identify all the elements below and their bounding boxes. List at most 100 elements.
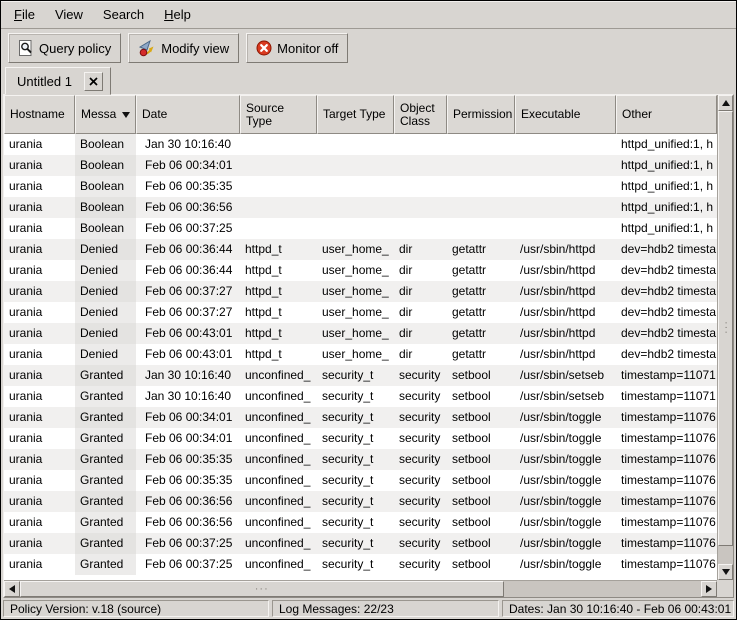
- column-header-permission[interactable]: Permission: [447, 95, 515, 134]
- table-cell: /usr/sbin/httpd: [515, 260, 616, 281]
- table-cell: security_t: [317, 512, 394, 533]
- table-cell: security: [394, 407, 447, 428]
- column-header-source-type[interactable]: Source Type: [240, 95, 317, 134]
- column-header-executable[interactable]: Executable: [515, 95, 616, 134]
- menu-help[interactable]: Help: [154, 2, 201, 27]
- query-policy-button[interactable]: Query policy: [8, 33, 121, 63]
- table-cell: httpd_unified:1, h: [616, 176, 717, 197]
- table-cell: Feb 06 00:37:25: [136, 533, 240, 554]
- vertical-scrollbar-thumb[interactable]: ···: [718, 111, 733, 546]
- table-cell: urania: [4, 218, 75, 239]
- menu-file[interactable]: File: [4, 2, 45, 27]
- table-row[interactable]: uraniaBooleanFeb 06 00:35:35httpd_unifie…: [4, 176, 717, 197]
- table-row[interactable]: uraniaGrantedFeb 06 00:36:56unconfined_s…: [4, 512, 717, 533]
- horizontal-scrollbar[interactable]: ···: [4, 580, 717, 597]
- vertical-scrollbar-trough[interactable]: ···: [718, 111, 733, 564]
- table-row[interactable]: uraniaBooleanFeb 06 00:36:56httpd_unifie…: [4, 197, 717, 218]
- menu-view[interactable]: View: [45, 2, 93, 27]
- monitor-off-icon: [256, 40, 272, 56]
- scroll-right-button[interactable]: [701, 581, 717, 597]
- column-header-other[interactable]: Other: [616, 95, 717, 134]
- table-cell: getattr: [447, 323, 515, 344]
- modify-view-button[interactable]: Modify view: [128, 33, 239, 63]
- table-row[interactable]: uraniaGrantedJan 30 10:16:40unconfined_s…: [4, 365, 717, 386]
- table-cell: Granted: [75, 470, 136, 491]
- table-cell: /usr/sbin/toggle: [515, 470, 616, 491]
- monitor-off-button[interactable]: Monitor off: [246, 33, 348, 63]
- tab-close-button[interactable]: [84, 72, 103, 91]
- table-cell: Granted: [75, 428, 136, 449]
- horizontal-scrollbar-thumb[interactable]: ···: [20, 581, 504, 597]
- table-cell: [394, 155, 447, 176]
- table-cell: httpd_unified:1, h: [616, 134, 717, 155]
- table-row[interactable]: uraniaDeniedFeb 06 00:37:27httpd_tuser_h…: [4, 302, 717, 323]
- table-cell: unconfined_: [240, 428, 317, 449]
- table-cell: security_t: [317, 533, 394, 554]
- table-row[interactable]: uraniaDeniedFeb 06 00:43:01httpd_tuser_h…: [4, 323, 717, 344]
- table-cell: [394, 176, 447, 197]
- table-cell: unconfined_: [240, 386, 317, 407]
- table-cell: security: [394, 554, 447, 575]
- table-cell: [394, 218, 447, 239]
- table-cell: unconfined_: [240, 491, 317, 512]
- table-row[interactable]: uraniaGrantedJan 30 10:16:40unconfined_s…: [4, 386, 717, 407]
- scroll-left-button[interactable]: [4, 581, 20, 597]
- table-cell: unconfined_: [240, 533, 317, 554]
- table-cell: /usr/sbin/toggle: [515, 428, 616, 449]
- vertical-scrollbar[interactable]: ···: [717, 95, 733, 580]
- table-row[interactable]: uraniaGrantedFeb 06 00:36:56unconfined_s…: [4, 491, 717, 512]
- table-cell: dir: [394, 260, 447, 281]
- table-row[interactable]: uraniaGrantedFeb 06 00:37:25unconfined_s…: [4, 554, 717, 575]
- table-cell: security: [394, 470, 447, 491]
- table-cell: [515, 218, 616, 239]
- column-header-target-type[interactable]: Target Type: [317, 95, 394, 134]
- table-row[interactable]: uraniaGrantedFeb 06 00:35:35unconfined_s…: [4, 449, 717, 470]
- table-cell: security: [394, 512, 447, 533]
- table-row[interactable]: uraniaGrantedFeb 06 00:34:01unconfined_s…: [4, 428, 717, 449]
- table-row[interactable]: uraniaBooleanFeb 06 00:34:01httpd_unifie…: [4, 155, 717, 176]
- table-row[interactable]: uraniaBooleanJan 30 10:16:40httpd_unifie…: [4, 134, 717, 155]
- menu-bar: FileViewSearchHelp: [1, 1, 736, 29]
- table-cell: security: [394, 428, 447, 449]
- table-row[interactable]: uraniaDeniedFeb 06 00:43:01httpd_tuser_h…: [4, 344, 717, 365]
- column-header-object-class[interactable]: Object Class: [394, 95, 447, 134]
- table-row[interactable]: uraniaGrantedFeb 06 00:35:35unconfined_s…: [4, 470, 717, 491]
- table-cell: setbool: [447, 491, 515, 512]
- table-cell: Boolean: [75, 197, 136, 218]
- menu-search[interactable]: Search: [93, 2, 154, 27]
- monitor-off-label: Monitor off: [277, 41, 338, 56]
- table-cell: unconfined_: [240, 365, 317, 386]
- table-row[interactable]: uraniaBooleanFeb 06 00:37:25httpd_unifie…: [4, 218, 717, 239]
- table-cell: user_home_: [317, 239, 394, 260]
- table-cell: Feb 06 00:37:27: [136, 302, 240, 323]
- table-cell: httpd_unified:1, h: [616, 218, 717, 239]
- status-dates: Dates: Jan 30 10:16:40 - Feb 06 00:43:01: [502, 600, 734, 617]
- table-cell: setbool: [447, 554, 515, 575]
- column-header-hostname[interactable]: Hostname: [4, 95, 75, 134]
- status-log-messages: Log Messages: 22/23: [272, 600, 499, 617]
- tab-untitled-1[interactable]: Untitled 1: [5, 67, 111, 95]
- table-row[interactable]: uraniaDeniedFeb 06 00:36:44httpd_tuser_h…: [4, 260, 717, 281]
- table-cell: /usr/sbin/toggle: [515, 512, 616, 533]
- horizontal-scrollbar-trough[interactable]: ···: [20, 581, 701, 597]
- table-cell: [515, 155, 616, 176]
- table-cell: [394, 197, 447, 218]
- query-policy-icon: [18, 40, 34, 56]
- table-row[interactable]: uraniaDeniedFeb 06 00:37:27httpd_tuser_h…: [4, 281, 717, 302]
- table-row[interactable]: uraniaGrantedFeb 06 00:37:25unconfined_s…: [4, 533, 717, 554]
- table-row[interactable]: uraniaDeniedFeb 06 00:36:44httpd_tuser_h…: [4, 239, 717, 260]
- scroll-down-button[interactable]: [718, 564, 733, 580]
- table-cell: Feb 06 00:35:35: [136, 176, 240, 197]
- table-cell: user_home_: [317, 344, 394, 365]
- table-row[interactable]: uraniaGrantedFeb 06 00:34:01unconfined_s…: [4, 407, 717, 428]
- table-cell: [447, 134, 515, 155]
- scroll-up-button[interactable]: [718, 95, 733, 111]
- table-cell: httpd_unified:1, h: [616, 155, 717, 176]
- table-cell: Denied: [75, 260, 136, 281]
- table-cell: /usr/sbin/setseb: [515, 365, 616, 386]
- app-window: FileViewSearchHelp Query policy: [0, 0, 737, 620]
- policy-version-text: Policy Version: v.18 (source): [10, 602, 161, 616]
- column-header-messa[interactable]: Messa: [75, 95, 136, 134]
- column-header-date[interactable]: Date: [136, 95, 240, 134]
- table-cell: Jan 30 10:16:40: [136, 386, 240, 407]
